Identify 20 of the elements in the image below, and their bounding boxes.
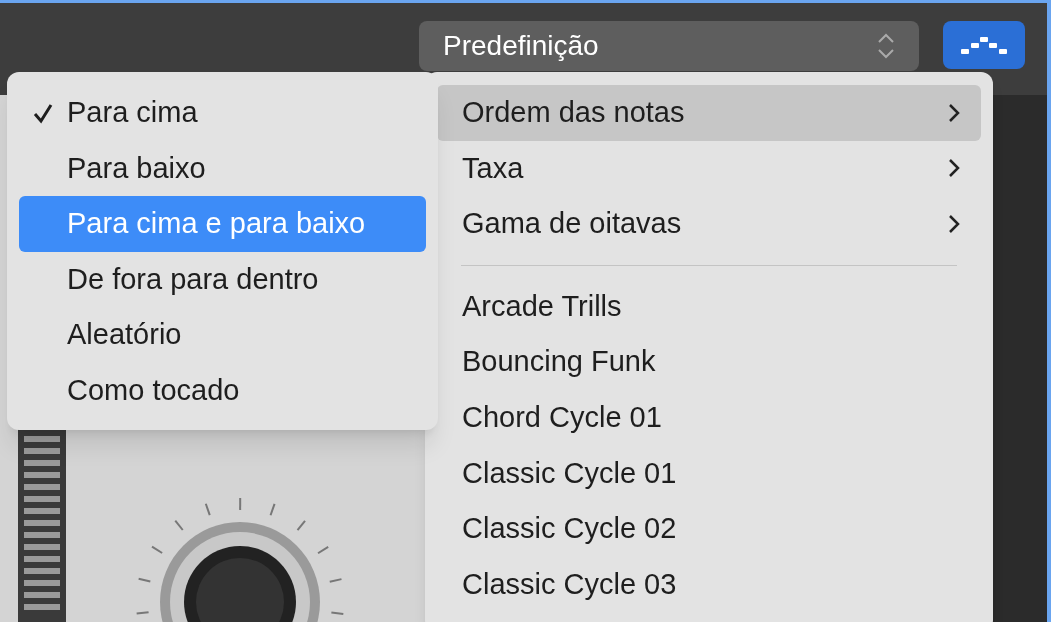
menu-item[interactable]: Chord Cycle 01 <box>437 389 981 446</box>
dots-pattern-icon <box>961 35 1007 55</box>
preset-dropdown[interactable]: Predefinição <box>419 21 919 71</box>
up-down-chevron-icon <box>877 31 895 61</box>
arpeggiator-button[interactable] <box>943 21 1025 69</box>
menu-item[interactable]: Classic Cycle 03 <box>437 556 981 613</box>
menu-item[interactable]: Para baixo <box>19 140 426 197</box>
menu-item[interactable]: Gama de oitavas <box>437 196 981 252</box>
menu-item[interactable]: Taxa <box>437 140 981 197</box>
menu-item[interactable]: Classic Cycle 01 <box>437 445 981 502</box>
menu-item[interactable]: De fora para dentro <box>19 251 426 308</box>
menu-item[interactable]: Como tocado <box>19 362 426 419</box>
chevron-right-icon <box>947 213 961 235</box>
menu-item[interactable]: Ordem das notas <box>437 85 981 141</box>
menu-item[interactable]: Aleatório <box>19 307 426 363</box>
menu-item[interactable]: Arcade Trills <box>437 278 981 335</box>
menu-item[interactable]: Para cima <box>19 85 426 141</box>
chevron-right-icon <box>947 101 961 124</box>
menu-item[interactable]: Bouncing Funk <box>437 334 981 390</box>
menu-item[interactable]: Classic Cycle 02 <box>437 501 981 557</box>
